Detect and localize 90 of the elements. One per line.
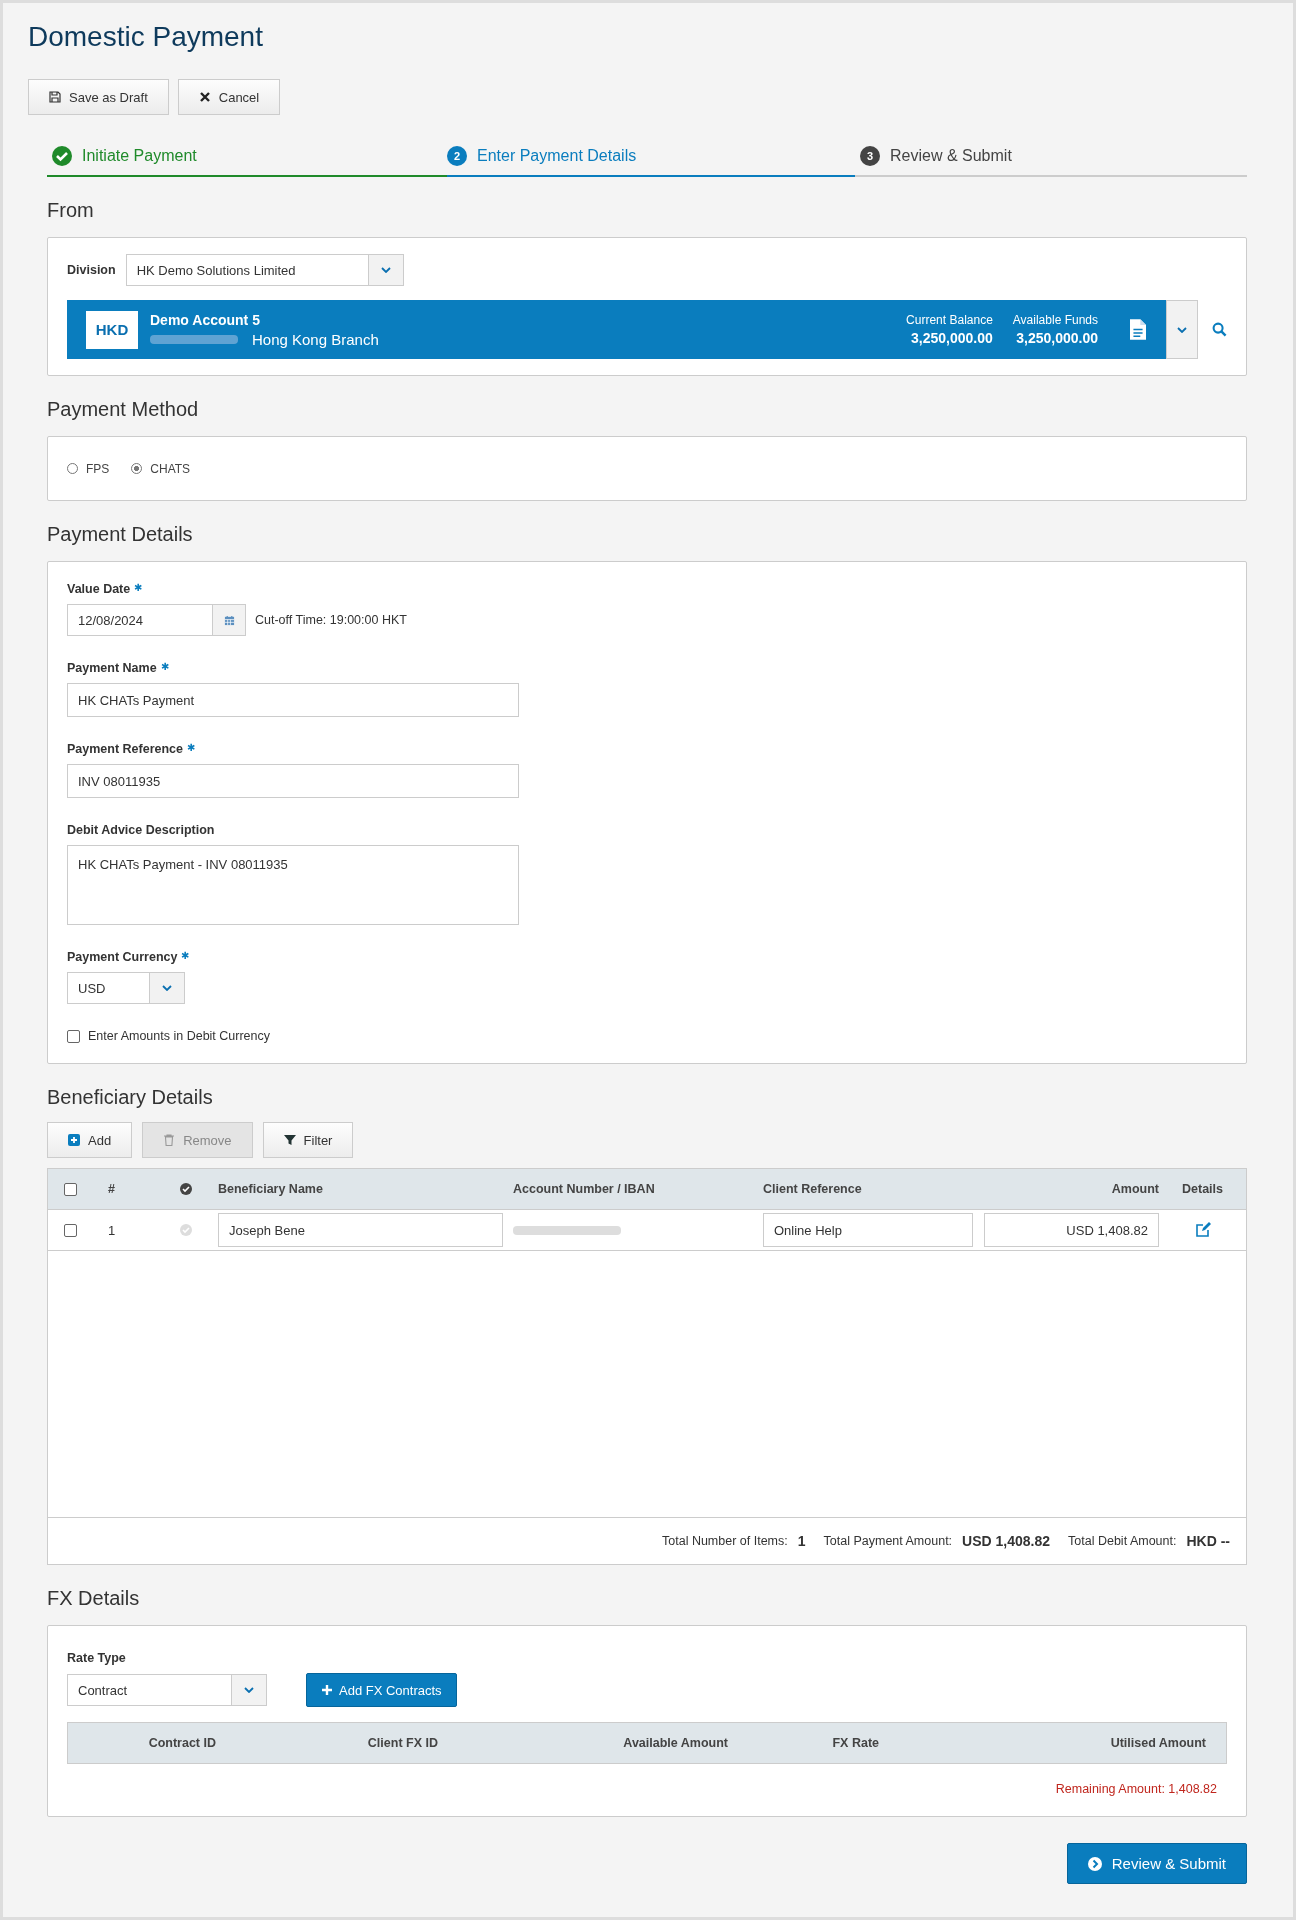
total-label: Total Debit Amount: xyxy=(1068,1534,1177,1548)
step-tab[interactable]: Initiate Payment xyxy=(47,137,447,177)
amount-field[interactable]: USD 1,408.82 xyxy=(984,1213,1159,1247)
currency-badge: HKD xyxy=(86,310,138,349)
chevron-circle-icon xyxy=(1087,1856,1102,1871)
toolbar-button[interactable]: Add xyxy=(47,1122,133,1158)
date-field[interactable]: 12/08/2024 xyxy=(67,604,246,636)
section-heading: From xyxy=(47,199,95,223)
rate-type-select[interactable]: Contract xyxy=(67,1674,267,1706)
calendar-icon xyxy=(223,614,235,626)
save-icon xyxy=(49,91,61,103)
total-value: HKD -- xyxy=(1186,1533,1230,1549)
document-icon[interactable] xyxy=(1130,319,1146,340)
branch-name: Hong Kong Branch xyxy=(252,330,379,348)
radio-option[interactable]: CHATS xyxy=(131,461,191,476)
column-header: Beneficiary Name xyxy=(217,1182,324,1196)
field-label: Rate Type xyxy=(67,1651,126,1665)
radio-option[interactable]: FPS xyxy=(67,461,110,476)
toolbar-button[interactable]: Cancel xyxy=(177,79,281,115)
balance-value: 3,250,000.00 xyxy=(911,330,993,346)
section-heading: Payment Details xyxy=(47,523,194,547)
review-submit-button[interactable]: Review & Submit xyxy=(1066,1843,1247,1884)
balance-label: Current Balance xyxy=(906,313,993,327)
field-label: Payment Reference xyxy=(67,742,184,756)
row-number: 1 xyxy=(107,1222,117,1238)
edit-icon[interactable] xyxy=(1194,1222,1211,1238)
column-header: Client FX ID xyxy=(366,1736,438,1750)
text-field[interactable]: HK CHATs Payment xyxy=(67,683,519,717)
total-value: USD 1,408.82 xyxy=(962,1533,1051,1549)
caret-icon xyxy=(162,985,172,991)
cutoff-time: Cut-off Time: 19:00:00 HKT xyxy=(255,613,407,627)
column-header: Amount xyxy=(1110,1182,1159,1196)
total-label: Total Number of Items: xyxy=(662,1534,788,1548)
text-field[interactable]: INV 08011935 xyxy=(67,764,519,798)
required-mark: ✱ xyxy=(160,661,169,674)
select-all-checkbox[interactable] xyxy=(63,1182,77,1196)
step-tab[interactable]: 2 Enter Payment Details xyxy=(447,137,855,177)
filter-icon xyxy=(283,1134,296,1146)
page-title: Domestic Payment xyxy=(28,20,264,54)
section-heading: Beneficiary Details xyxy=(47,1086,214,1110)
toolbar-button[interactable]: Save as Draft xyxy=(28,79,169,115)
add-fx-contracts-button[interactable]: Add FX Contracts xyxy=(306,1673,457,1707)
currency-select[interactable]: USD xyxy=(67,972,185,1004)
checkbox-option[interactable]: Enter Amounts in Debit Currency xyxy=(67,1029,1227,1043)
caret-icon xyxy=(1177,326,1187,333)
caret-icon xyxy=(380,267,391,273)
total-value: 1 xyxy=(797,1533,806,1549)
field-label: Payment Name xyxy=(67,661,157,675)
client-reference-field[interactable]: Online Help xyxy=(763,1213,973,1247)
column-header: Utilised Amount xyxy=(1109,1736,1207,1750)
radio-button[interactable] xyxy=(67,463,78,474)
account-name: Demo Account 5 xyxy=(150,311,261,328)
required-mark: ✱ xyxy=(134,582,143,595)
beneficiary-name-field[interactable]: Joseph Bene xyxy=(218,1213,503,1247)
division-select[interactable]: HK Demo Solutions Limited xyxy=(125,254,404,286)
toolbar-button[interactable]: Filter xyxy=(262,1122,354,1158)
text-area[interactable]: HK CHATs Payment - INV 08011935 xyxy=(67,845,519,925)
column-header: Available Amount xyxy=(622,1736,728,1750)
field-label: Value Date xyxy=(67,582,131,596)
section-heading: FX Details xyxy=(47,1587,141,1611)
search-icon[interactable] xyxy=(1212,322,1227,337)
account-card[interactable]: HKD Demo Account 5 Hong Kong Branch Current Balance 3,250,000.00 Available Funds 3,250,000.00 xyxy=(67,300,1166,359)
balance-label: Available Funds xyxy=(1012,313,1098,327)
checkbox[interactable] xyxy=(67,1029,80,1043)
remaining-amount: Remaining Amount: 1,408.82 xyxy=(1055,1782,1217,1796)
close-icon xyxy=(198,91,211,103)
column-header: Client Reference xyxy=(762,1182,863,1196)
field-label: Division xyxy=(67,263,116,277)
column-header: Details xyxy=(1181,1182,1224,1196)
column-header: # xyxy=(107,1182,116,1196)
radio-button[interactable] xyxy=(131,463,143,474)
field-label: Debit Advice Description xyxy=(67,823,215,837)
balance-value: 3,250,000.00 xyxy=(1016,330,1098,346)
row-checkbox[interactable] xyxy=(63,1223,77,1237)
caret-icon xyxy=(244,1687,254,1693)
check-circle-icon xyxy=(180,1183,192,1195)
step-tab[interactable]: 3 Review & Submit xyxy=(855,137,1247,177)
column-header: Account Number / IBAN xyxy=(512,1182,656,1196)
total-label: Total Payment Amount: xyxy=(823,1534,953,1548)
required-mark: ✱ xyxy=(187,742,196,755)
check-circle-icon xyxy=(52,146,72,166)
plus-icon xyxy=(321,1684,333,1696)
trash-icon xyxy=(163,1134,176,1146)
required-mark: ✱ xyxy=(181,950,190,963)
column-header: FX Rate xyxy=(831,1736,879,1750)
check-circle-icon xyxy=(180,1224,192,1236)
plus-icon xyxy=(68,1134,80,1146)
field-label: Payment Currency xyxy=(67,950,178,964)
section-heading: Payment Method xyxy=(47,398,200,422)
column-header: Contract ID xyxy=(147,1736,216,1750)
